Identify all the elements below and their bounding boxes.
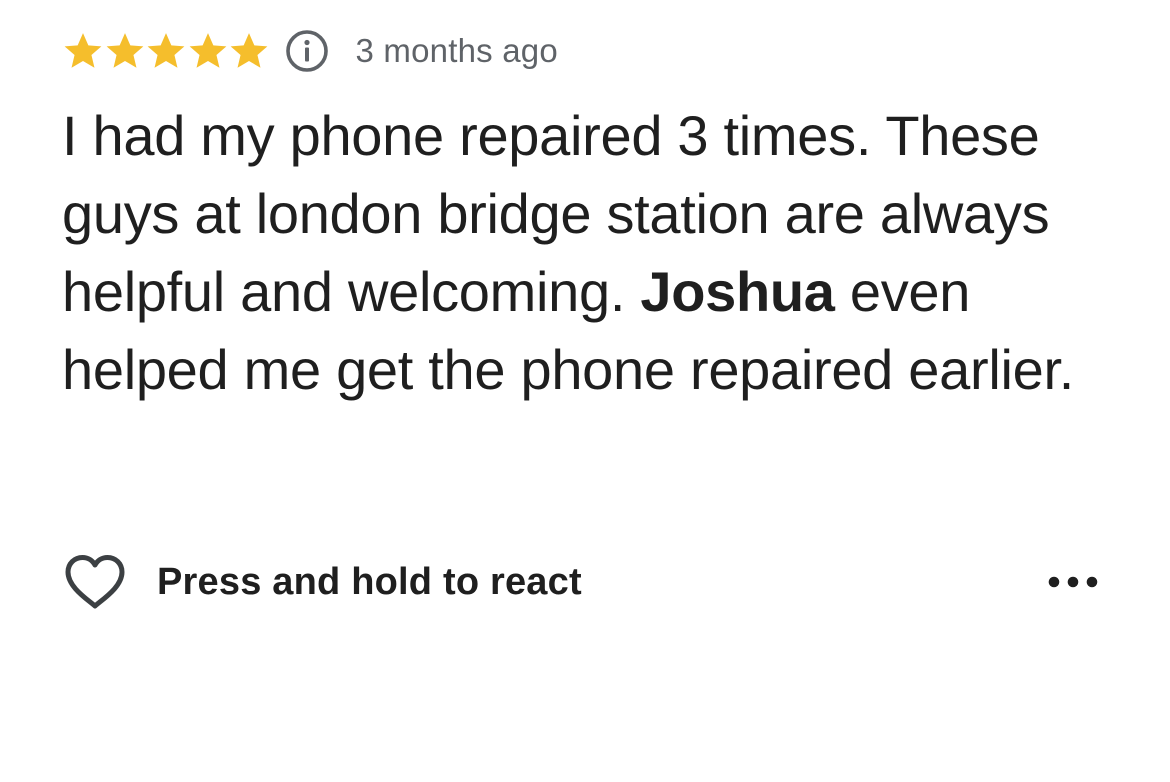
info-icon[interactable] (284, 28, 330, 74)
star-icon (106, 33, 143, 68)
react-button[interactable]: Press and hold to react (64, 550, 582, 614)
review-text: I had my phone repaired 3 times. These g… (62, 97, 1122, 409)
more-horizontal-icon (1048, 576, 1098, 588)
review-meta: 3 months ago (62, 28, 558, 74)
heart-outline-icon (65, 555, 125, 609)
star-icon (147, 33, 185, 68)
star-icon (230, 33, 268, 68)
star-rating (62, 30, 270, 72)
more-options-button[interactable] (1040, 562, 1106, 602)
react-label: Press and hold to react (157, 560, 582, 603)
mentioned-name: Joshua (640, 260, 835, 323)
star-icon (189, 33, 226, 68)
review-timestamp: 3 months ago (355, 32, 558, 69)
star-icon (64, 33, 102, 68)
